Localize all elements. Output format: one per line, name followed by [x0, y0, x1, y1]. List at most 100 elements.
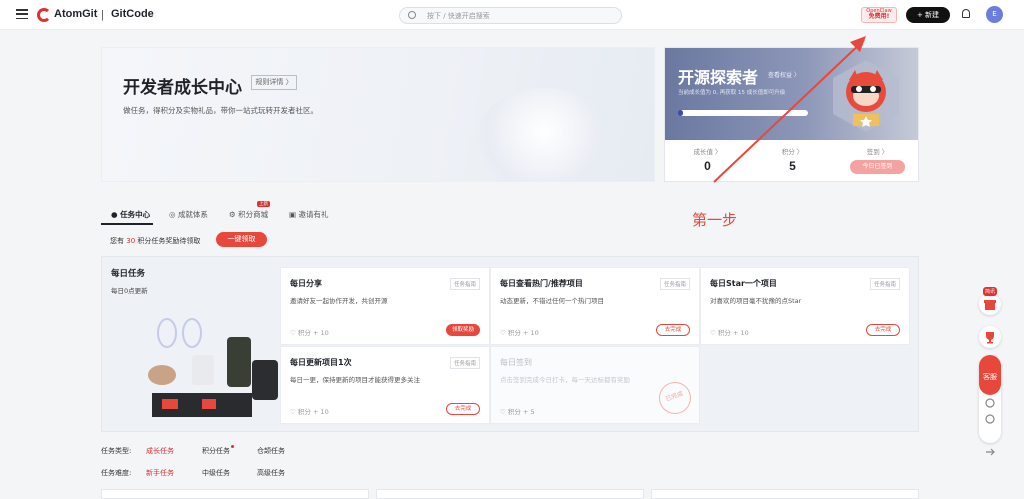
task-guide-link[interactable]: 任务指南: [449, 278, 480, 290]
page-title: 开发者成长中心: [123, 78, 242, 98]
task-card-star: 每日Star一个项目 任务指南 对喜欢的项目毫不犹豫的点Star ♡ 积分 + …: [700, 267, 910, 345]
task-points: ♡ 积分 + 10: [500, 329, 539, 337]
task-card-update-project: 每日更新项目1次 任务指南 每日一更，保持更新的项目才能获得更多关注 ♡ 积分 …: [280, 346, 490, 424]
tab-points-mall-label: 积分商城: [238, 210, 269, 219]
task-guide-link[interactable]: 任务指南: [659, 278, 690, 290]
bell-icon[interactable]: [962, 9, 970, 18]
annotation-arrow: [713, 36, 866, 183]
level-progress-fill: [678, 110, 684, 116]
task-guide-link[interactable]: 任务指南: [869, 278, 900, 290]
task-type-filter: 任务类型:: [101, 446, 131, 456]
task-title: 每日查看热门/推荐项目: [500, 279, 583, 288]
tab-points-mall[interactable]: ⚙ 积分商城: [229, 209, 268, 220]
search-icon: [408, 11, 416, 19]
task-guide-link[interactable]: 任务指南: [449, 357, 480, 369]
pending-reward-text: 您有 30 积分任务奖励待领取: [110, 236, 200, 246]
task-list-preview: [101, 489, 919, 499]
daily-tasks-title: 每日任务: [111, 269, 146, 279]
arrow-right-icon: [986, 448, 995, 456]
tab-invite-label: 邀请有礼: [298, 210, 329, 219]
reward-prefix: 您有: [110, 237, 124, 245]
task-list-card: [651, 489, 919, 499]
task-list-card: [376, 489, 644, 499]
task-points-value: 积分 + 10: [507, 329, 539, 337]
new-button[interactable]: + 新建: [906, 7, 950, 23]
customer-service-button[interactable]: 客服: [979, 355, 1001, 395]
reward-count: 30: [126, 237, 136, 245]
task-points-value: 积分 + 5: [507, 408, 535, 416]
task-level-label: 任务难度:: [101, 469, 132, 477]
go-complete-button[interactable]: 去完成: [656, 324, 690, 336]
task-description: 每日一更，保持更新的项目才能获得更多关注: [290, 376, 420, 384]
growth-center-hero: 开发者成长中心 规则详情 〉 做任务，得积分及实物礼品，带你一站式玩转开发者社区…: [101, 47, 655, 182]
filter-points-tasks[interactable]: 积分任务: [202, 446, 230, 456]
task-description: 邀请好友一起协作开发，共创开源: [290, 297, 388, 305]
gift-icon: [984, 300, 996, 310]
menu-icon[interactable]: [16, 9, 28, 20]
tab-achievements[interactable]: ◎ 成就体系: [169, 209, 208, 220]
task-card-hot-projects: 每日查看热门/推荐项目 任务指南 动态更新，不错过任何一个热门项目 ♡ 积分 +…: [490, 267, 700, 345]
filter-beginner[interactable]: 新手任务: [146, 468, 174, 478]
tab-invite[interactable]: ▣ 邀请有礼: [289, 209, 328, 220]
floating-toolbar: 简讯 客服: [979, 287, 1001, 463]
completed-stamp: 已完成: [654, 377, 696, 419]
brand-atomgit[interactable]: AtomGit: [54, 8, 97, 20]
new-badge: 上新: [257, 201, 270, 207]
notification-dot: [231, 445, 234, 448]
search-input[interactable]: 按下 / 快速开启搜索: [399, 7, 622, 24]
task-type-label: 任务类型:: [101, 447, 132, 455]
filter-cangjie-tasks[interactable]: 仓颉任务: [257, 446, 285, 456]
avatar[interactable]: E: [986, 6, 1003, 23]
feedback-icons: [985, 398, 995, 424]
task-points: ♡ 积分 + 10: [290, 408, 329, 416]
go-complete-button[interactable]: 去完成: [866, 324, 900, 336]
search-placeholder: 按下 / 快速开启搜索: [427, 12, 490, 20]
rules-button[interactable]: 规则详情 〉: [251, 75, 297, 90]
top-header: AtomGit | GitCode 按下 / 快速开启搜索 OpenClaw 免…: [0, 0, 1024, 30]
task-points-value: 积分 + 10: [717, 329, 749, 337]
claim-all-button[interactable]: 一键领取: [216, 232, 267, 247]
trophy-icon: [986, 332, 994, 344]
prize-gifts-image: [148, 318, 278, 417]
task-card-share: 每日分享 任务指南 邀请好友一起协作开发，共创开源 ♡ 积分 + 10 领取奖励: [280, 267, 490, 345]
reward-suffix: 积分任务奖励待领取: [137, 237, 201, 245]
annotation-step-label: 第一步: [692, 211, 738, 229]
task-card-checkin: 每日签到 点击签到完成今日打卡，每一天达标都有奖励 ♡ 积分 + 5 已完成: [490, 346, 700, 424]
expand-arrow-button[interactable]: [979, 441, 1001, 463]
filter-advanced[interactable]: 高级任务: [257, 468, 285, 478]
filter-intermediate[interactable]: 中级任务: [202, 468, 230, 478]
task-description: 点击签到完成今日打卡，每一天达标都有奖励: [500, 376, 630, 384]
task-points-value: 积分 + 10: [297, 408, 329, 416]
gift-button[interactable]: [979, 293, 1001, 315]
news-tag: 简讯: [983, 287, 998, 296]
promo-line2: 免费用!: [868, 13, 890, 20]
trophy-button[interactable]: [979, 326, 1001, 348]
task-points: ♡ 积分 + 10: [710, 329, 749, 337]
hero-decoration: [474, 88, 614, 181]
task-title: 每日签到: [500, 358, 532, 367]
task-title: 每日分享: [290, 279, 322, 288]
go-complete-button[interactable]: 去完成: [446, 403, 480, 415]
brand-separator: |: [101, 9, 104, 21]
task-points-value: 积分 + 10: [297, 329, 329, 337]
daily-tasks-panel: 每日任务 每日0点更新 每日分享 任务指南 邀请好友一起协作开发，共创开源 ♡ …: [101, 256, 919, 432]
task-description: 动态更新，不错过任何一个热门项目: [500, 297, 604, 305]
tab-achievements-label: 成就体系: [177, 210, 208, 219]
task-points: ♡ 积分 + 10: [290, 329, 329, 337]
tab-bar: ● 任务中心 ◎ 成就体系 ⚙ 积分商城 上新 ▣ 邀请有礼: [101, 201, 401, 227]
task-list-card: [101, 489, 369, 499]
brand-gitcode[interactable]: GitCode: [111, 8, 154, 20]
openclaw-promo-button[interactable]: OpenClaw 免费用!: [861, 7, 897, 23]
tab-task-center[interactable]: ● 任务中心: [111, 209, 150, 220]
claim-reward-button[interactable]: 领取奖励: [446, 324, 480, 336]
filter-growth-tasks[interactable]: 成长任务: [146, 446, 174, 456]
task-points: ♡ 积分 + 5: [500, 408, 535, 416]
atomgit-logo-icon[interactable]: [37, 8, 51, 22]
active-tab-underline: [101, 223, 153, 225]
daily-tasks-subtitle: 每日0点更新: [111, 287, 148, 295]
task-level-filter: 任务难度:: [101, 468, 131, 478]
service-pill: 客服: [979, 355, 1001, 443]
task-title: 每日更新项目1次: [290, 358, 352, 367]
hero-subtitle: 做任务，得积分及实物礼品，带你一站式玩转开发者社区。: [123, 106, 318, 115]
task-description: 对喜欢的项目毫不犹豫的点Star: [710, 297, 802, 305]
